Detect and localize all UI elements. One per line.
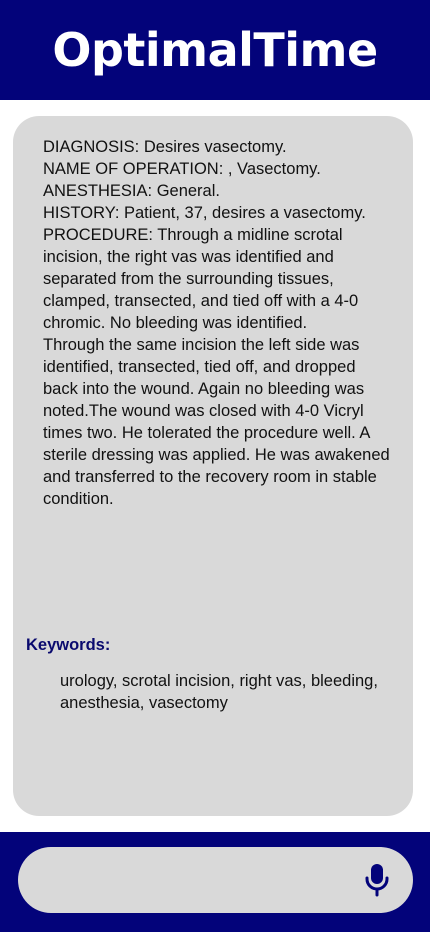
message-input[interactable] — [40, 847, 354, 915]
report-text: DIAGNOSIS: Desires vasectomy. NAME OF OP… — [43, 138, 390, 508]
app-title: OptimalTime — [52, 23, 378, 77]
microphone-button[interactable] — [359, 861, 395, 899]
input-footer — [0, 832, 430, 932]
keywords-heading: Keywords: — [26, 636, 111, 654]
keywords-text: urology, scrotal incision, right vas, bl… — [60, 672, 378, 712]
report-card: DIAGNOSIS: Desires vasectomy. NAME OF OP… — [13, 116, 413, 816]
message-input-bar — [18, 847, 413, 915]
microphone-icon — [365, 864, 389, 897]
app-header: OptimalTime — [0, 0, 430, 100]
